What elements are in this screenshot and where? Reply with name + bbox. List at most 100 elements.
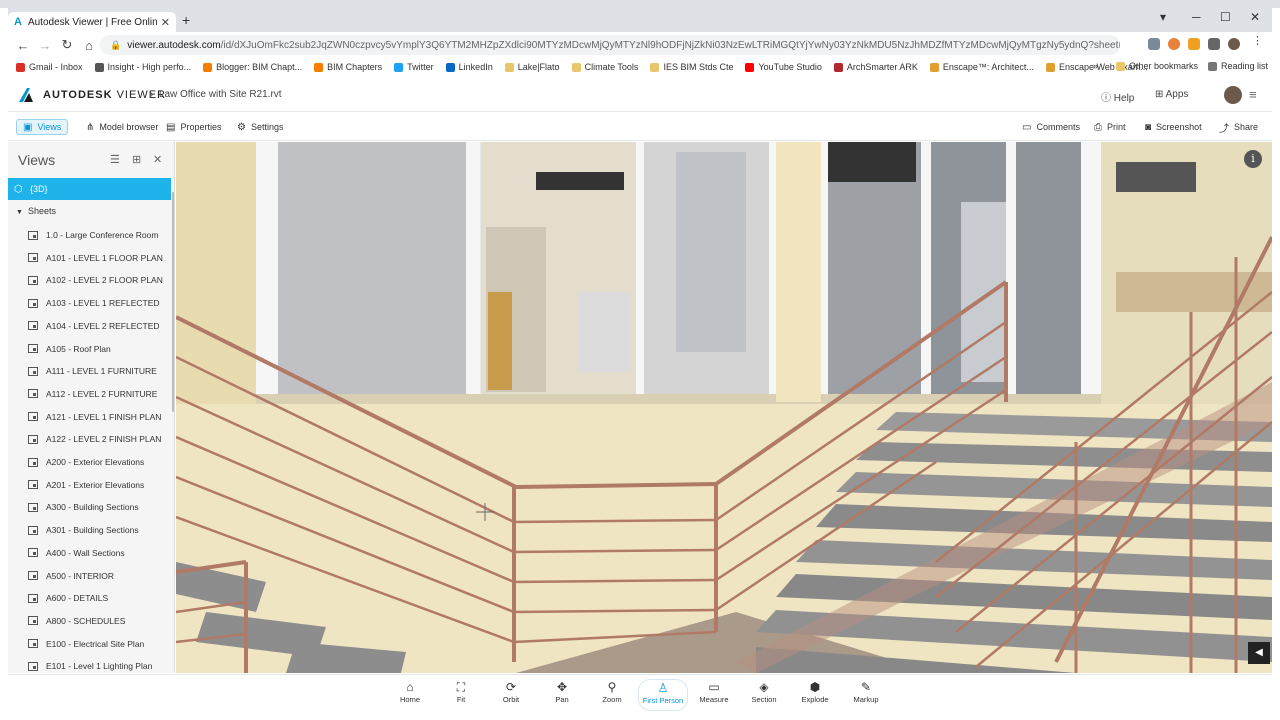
hamburger-menu-icon[interactable]: ≡ xyxy=(1249,87,1257,102)
bookmark-item[interactable]: Lake|Flato xyxy=(504,62,560,72)
views-button[interactable]: ▣ Views xyxy=(16,119,69,135)
puzzle-extensions-icon[interactable] xyxy=(1208,38,1220,50)
close-window-icon[interactable]: ✕ xyxy=(1250,10,1260,24)
sheet-item[interactable]: 1.0 - Large Conference Room xyxy=(28,230,158,240)
sheet-item[interactable]: E101 - Level 1 Lighting Plan xyxy=(28,661,152,671)
list-view-icon[interactable]: ☰ xyxy=(110,153,120,166)
extension-icon[interactable] xyxy=(1148,38,1160,50)
settings-button[interactable]: ⚙ Settings xyxy=(231,119,290,135)
sheet-item[interactable]: A112 - LEVEL 2 FURNITURE xyxy=(28,389,157,399)
sheet-item[interactable]: A301 - Building Sections xyxy=(28,525,139,535)
extension-icon[interactable] xyxy=(1188,38,1200,50)
properties-button[interactable]: ▤ Properties xyxy=(160,119,227,135)
browser-tab[interactable]: A Autodesk Viewer | Free Online Fi ✕ xyxy=(8,12,176,32)
home-page-icon[interactable]: ⌂ xyxy=(78,38,100,53)
tool-home[interactable]: ⌂ Home xyxy=(385,679,435,711)
sheet-item[interactable]: A600 - DETAILS xyxy=(28,593,108,603)
user-avatar[interactable] xyxy=(1224,86,1242,104)
bookmark-item[interactable]: IES BIM Stds Cte xyxy=(650,62,733,72)
bookmark-favicon-icon xyxy=(650,62,660,72)
tool-orbit[interactable]: ⟳ Orbit xyxy=(486,679,536,711)
view-item-3d[interactable]: ⬡ {3D} xyxy=(8,178,171,200)
bookmark-item[interactable]: Twitter xyxy=(394,62,434,72)
sheet-icon xyxy=(28,480,38,490)
other-bookmarks[interactable]: Other bookmarks xyxy=(1116,61,1198,71)
grid-view-icon[interactable]: ⊞ xyxy=(132,153,141,166)
sheet-icon xyxy=(28,616,38,626)
sheet-item[interactable]: A400 - Wall Sections xyxy=(28,548,125,558)
back-icon[interactable]: ← xyxy=(12,38,34,53)
forward-icon[interactable]: → xyxy=(34,38,56,53)
model-browser-icon: ⋔ xyxy=(86,121,95,133)
sheet-item[interactable]: A200 - Exterior Elevations xyxy=(28,457,144,467)
close-panel-icon[interactable]: ✕ xyxy=(153,153,162,166)
profile-avatar[interactable] xyxy=(1228,38,1240,50)
sheet-icon xyxy=(28,298,38,308)
sheet-item[interactable]: A105 - Roof Plan xyxy=(28,344,111,354)
reload-icon[interactable]: ↻ xyxy=(56,37,78,53)
sheet-icon xyxy=(28,593,38,603)
tool-measure[interactable]: ▭ Measure xyxy=(689,679,739,711)
tool-pan[interactable]: ✥ Pan xyxy=(537,679,587,711)
tool-section[interactable]: ◈ Section xyxy=(739,679,789,711)
bookmark-item[interactable]: ArchSmarter ARK xyxy=(833,62,918,72)
sheet-item[interactable]: E100 - Electrical Site Plan xyxy=(28,639,144,649)
bookmark-item[interactable]: Enscape™: Architect... xyxy=(929,62,1034,72)
more-bookmarks-icon[interactable]: » xyxy=(1093,61,1098,71)
sheet-item[interactable]: A122 - LEVEL 2 FINISH PLAN xyxy=(28,434,161,444)
sheet-item[interactable]: A121 - LEVEL 1 FINISH PLAN xyxy=(28,412,161,422)
model-browser-button[interactable]: ⋔ Model browser xyxy=(80,119,164,135)
help-button[interactable]: ⓘ Help xyxy=(1101,89,1134,104)
sheet-item[interactable]: A500 - INTERIOR xyxy=(28,571,114,581)
extension-icon[interactable] xyxy=(1168,38,1180,50)
sheet-item[interactable]: A103 - LEVEL 1 REFLECTED xyxy=(28,298,160,308)
bookmark-item[interactable]: Climate Tools xyxy=(571,62,638,72)
maximize-icon[interactable]: ☐ xyxy=(1220,10,1231,24)
info-icon[interactable]: i xyxy=(1244,150,1262,168)
more-menu-icon[interactable]: ⋮ xyxy=(1252,34,1264,47)
comment-icon: ▭ xyxy=(1022,121,1032,133)
bookmark-item[interactable]: Insight - High perfo... xyxy=(94,62,191,72)
gear-icon: ⚙ xyxy=(237,121,246,133)
3d-viewport[interactable]: i ◀ xyxy=(176,142,1272,673)
home-icon: ⌂ xyxy=(406,680,414,694)
sheet-item[interactable]: A300 - Building Sections xyxy=(28,502,139,512)
tool-markup[interactable]: ✎ Markup xyxy=(841,679,891,711)
bookmark-item[interactable]: YouTube Studio xyxy=(745,62,822,72)
section-icon: ◈ xyxy=(759,680,769,694)
new-tab-button[interactable]: + xyxy=(182,12,190,28)
3d-model-scene[interactable] xyxy=(176,142,1272,673)
sheet-item[interactable]: A800 - SCHEDULES xyxy=(28,616,125,626)
bookmark-item[interactable]: LinkedIn xyxy=(445,62,493,72)
reading-list[interactable]: Reading list xyxy=(1208,61,1268,71)
minimize-icon[interactable]: ─ xyxy=(1192,10,1201,24)
megaphone-feedback-icon[interactable]: ◀ xyxy=(1248,642,1270,664)
print-button[interactable]: ⎙ Print xyxy=(1088,119,1132,135)
browser-address-row: ← → ↻ ⌂ 🔒 viewer.autodesk.com/id/dXJuOmF… xyxy=(8,32,1272,58)
profile-dropdown-icon[interactable]: ▾ xyxy=(1160,10,1166,24)
close-tab-icon[interactable]: ✕ xyxy=(161,16,170,29)
breadcrumb[interactable]: › Law Office with Site R21.rvt xyxy=(150,89,282,100)
bookmark-item[interactable]: Blogger: BIM Chapt... xyxy=(203,62,302,72)
bookmark-item[interactable]: BIM Chapters xyxy=(314,62,382,72)
sheets-group-header[interactable]: ▼ Sheets xyxy=(16,206,56,216)
tool-explode[interactable]: ⬢ Explode xyxy=(790,679,840,711)
tool-first-person[interactable]: ♙ First Person xyxy=(638,679,688,711)
address-bar[interactable]: 🔒 viewer.autodesk.com/id/dXJuOmFkc2sub2J… xyxy=(100,35,1120,55)
sheet-item[interactable]: A104 - LEVEL 2 REFLECTED xyxy=(28,321,160,331)
comments-button[interactable]: ▭ Comments xyxy=(1016,119,1086,135)
tool-zoom[interactable]: ⚲ Zoom xyxy=(587,679,637,711)
sheet-item[interactable]: A201 - Exterior Elevations xyxy=(28,480,144,490)
fit-icon: ⛶ xyxy=(456,680,466,694)
tool-fit[interactable]: ⛶ Fit xyxy=(436,679,486,711)
lock-icon: 🔒 xyxy=(110,39,122,50)
bookmark-item[interactable]: Gmail - Inbox xyxy=(16,62,83,72)
sheet-item[interactable]: A102 - LEVEL 2 FLOOR PLAN xyxy=(28,275,163,285)
apps-button[interactable]: ⊞ Apps xyxy=(1155,89,1188,100)
share-button[interactable]: ⤴ Share xyxy=(1213,119,1264,135)
url-host: viewer.autodesk.com xyxy=(127,39,221,51)
panel-scrollbar[interactable] xyxy=(172,192,174,412)
sheet-item[interactable]: A111 - LEVEL 1 FURNITURE xyxy=(28,366,157,376)
sheet-item[interactable]: A101 - LEVEL 1 FLOOR PLAN xyxy=(28,253,163,263)
screenshot-button[interactable]: ◙ Screenshot xyxy=(1139,119,1208,135)
